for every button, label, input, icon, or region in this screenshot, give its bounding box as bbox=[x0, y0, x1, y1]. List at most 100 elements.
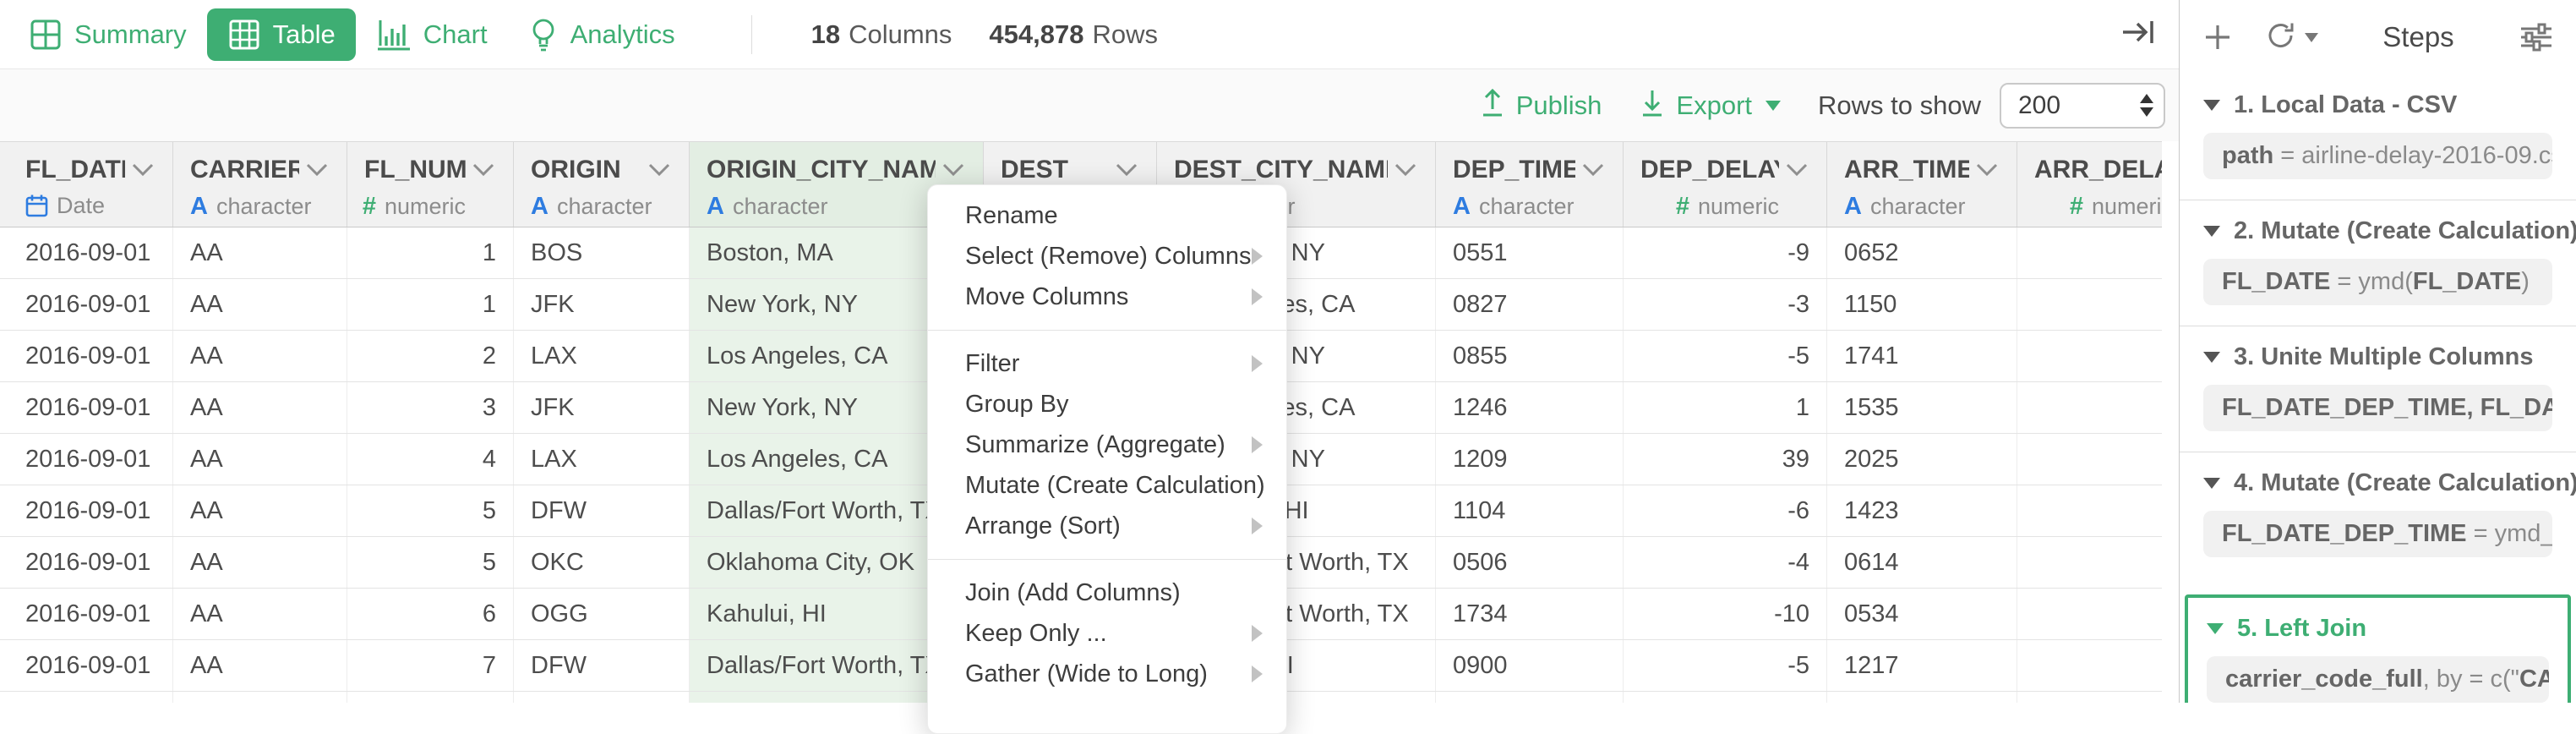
collapse-caret-icon[interactable] bbox=[2207, 623, 2224, 634]
collapse-right-panel-button[interactable] bbox=[2120, 15, 2157, 53]
chevron-down-icon[interactable] bbox=[1393, 162, 1418, 178]
chevron-down-icon[interactable] bbox=[130, 162, 156, 178]
menu-item-arrange-sort[interactable]: Arrange (Sort) bbox=[928, 506, 1286, 546]
table-cell-arr-time: 1741 bbox=[1827, 331, 2017, 381]
table-cell-carrier: AA bbox=[173, 537, 347, 588]
menu-item-filter[interactable]: Filter bbox=[928, 343, 1286, 384]
chevron-down-icon[interactable] bbox=[304, 162, 330, 178]
table-cell-dep-delay: -3 bbox=[1624, 279, 1827, 330]
a-icon: A bbox=[707, 193, 724, 221]
column-name: DEP_TIME bbox=[1453, 156, 1575, 184]
sliders-icon[interactable] bbox=[2519, 21, 2554, 53]
collapse-caret-icon[interactable] bbox=[2203, 226, 2220, 237]
step-card-3[interactable]: 3. Unite Multiple ColumnsFL_DATE_DEP_TIM… bbox=[2180, 326, 2576, 452]
column-header-dep-time[interactable]: DEP_TIMEAcharacter bbox=[1436, 142, 1624, 227]
table-cell-fl-num: 3 bbox=[347, 382, 514, 433]
step-card-2[interactable]: 2. Mutate (Create Calculation) (1)FL_DAT… bbox=[2180, 200, 2576, 326]
publish-button[interactable]: Publish bbox=[1479, 87, 1602, 124]
view-tabs: Summary Table Chart Analytics bbox=[8, 8, 696, 61]
menu-item-label: Mutate (Create Calculation) bbox=[965, 472, 1265, 500]
menu-item-keep-only[interactable]: Keep Only ... bbox=[928, 613, 1286, 654]
toolbar-divider bbox=[751, 15, 752, 54]
chevron-down-icon[interactable] bbox=[647, 162, 672, 178]
menu-item-summarize-aggregate[interactable]: Summarize (Aggregate) bbox=[928, 425, 1286, 465]
column-type-label: Date bbox=[57, 193, 105, 219]
view-tab-label: Chart bbox=[423, 19, 488, 50]
add-step-button[interactable] bbox=[2202, 21, 2234, 53]
table-cell-origin: DFW bbox=[514, 640, 690, 691]
menu-item-rename[interactable]: Rename bbox=[928, 195, 1286, 236]
rows-to-show-value: 200 bbox=[2018, 91, 2060, 120]
step-card-4[interactable]: 4. Mutate (Create Calculation) (1)FL_DAT… bbox=[2180, 452, 2576, 578]
column-type-label: character bbox=[557, 194, 652, 220]
rows-count: 454,878 bbox=[989, 19, 1083, 50]
rows-to-show-label: Rows to show bbox=[1818, 90, 1981, 121]
column-header-fl-date[interactable]: FL_DATEDate bbox=[0, 142, 173, 227]
submenu-arrow-icon bbox=[1252, 625, 1263, 642]
table-cell-fl-num: 6 bbox=[347, 589, 514, 639]
table-cell-arr-time: 1150 bbox=[1827, 279, 2017, 330]
table-cell-fl-num: 8 bbox=[347, 692, 514, 703]
rows-to-show-select[interactable]: 200 bbox=[2000, 83, 2165, 129]
chevron-down-icon[interactable] bbox=[1114, 162, 1139, 178]
stepper-icon bbox=[2140, 94, 2153, 117]
step-title: 4. Mutate (Create Calculation) (1) bbox=[2234, 469, 2576, 497]
menu-item-join-add-columns[interactable]: Join (Add Columns) bbox=[928, 572, 1286, 613]
table-cell-arr-time: 0614 bbox=[1827, 537, 2017, 588]
table-cell-arr-delay bbox=[2017, 331, 2162, 381]
view-tab-table[interactable]: Table bbox=[207, 8, 356, 61]
submenu-arrow-icon bbox=[1252, 518, 1263, 534]
table-cell-dep-delay: -4 bbox=[1624, 537, 1827, 588]
table-cell-carrier: AA bbox=[173, 331, 347, 381]
columns-count-label: Columns bbox=[849, 19, 952, 50]
menu-item-label: Summarize (Aggregate) bbox=[965, 431, 1225, 459]
chevron-down-icon[interactable] bbox=[1974, 162, 2000, 178]
table-cell-dep-delay: -10 bbox=[1624, 589, 1827, 639]
step-card-5[interactable]: 5. Left Joincarrier_code_full, by = c("C… bbox=[2185, 594, 2571, 703]
collapse-caret-icon[interactable] bbox=[2203, 352, 2220, 363]
collapse-caret-icon[interactable] bbox=[2203, 478, 2220, 489]
menu-item-gather-wide-to-long[interactable]: Gather (Wide to Long) bbox=[928, 654, 1286, 694]
chevron-down-icon[interactable] bbox=[1580, 162, 1606, 178]
view-tab-chart[interactable]: Chart bbox=[356, 8, 508, 61]
column-name: DEST bbox=[1001, 156, 1068, 184]
menu-item-mutate-create-calculation[interactable]: Mutate (Create Calculation) bbox=[928, 465, 1286, 506]
collapse-caret-icon[interactable] bbox=[2203, 100, 2220, 111]
column-header-arr-time[interactable]: ARR_TIMEAcharacter bbox=[1827, 142, 2017, 227]
column-header-dep-delay[interactable]: DEP_DELAY#numeric bbox=[1624, 142, 1827, 227]
step-summary: path = airline-delay-2016-09.csv bbox=[2203, 133, 2552, 179]
column-header-fl-num[interactable]: FL_NUM#numeric bbox=[347, 142, 514, 227]
refresh-steps-button[interactable] bbox=[2264, 19, 2318, 57]
export-button[interactable]: Export bbox=[1639, 87, 1781, 124]
menu-item-label: Group By bbox=[965, 391, 1069, 419]
column-header-arr-delay[interactable]: ARR_DELAY#numeric bbox=[2017, 142, 2162, 227]
view-tab-analytics[interactable]: Analytics bbox=[508, 8, 696, 61]
chevron-down-icon[interactable] bbox=[471, 162, 496, 178]
step-card-1[interactable]: 1. Local Data - CSVpath = airline-delay-… bbox=[2180, 74, 2576, 200]
steps-panel-header: Steps bbox=[2180, 0, 2576, 74]
column-name: DEP_DELAY bbox=[1640, 156, 1779, 184]
steps-list: 1. Local Data - CSVpath = airline-delay-… bbox=[2180, 74, 2576, 703]
table-cell-carrier: AA bbox=[173, 640, 347, 691]
menu-item-select-remove-columns[interactable]: Select (Remove) Columns bbox=[928, 236, 1286, 277]
table-cell-arr-delay bbox=[2017, 227, 2162, 278]
chevron-down-icon[interactable] bbox=[941, 162, 966, 178]
column-header-origin[interactable]: ORIGINAcharacter bbox=[514, 142, 690, 227]
table-cell-arr-delay bbox=[2017, 382, 2162, 433]
column-header-carrier[interactable]: CARRIERAcharacter bbox=[173, 142, 347, 227]
table-cell-fl-num: 7 bbox=[347, 640, 514, 691]
view-tab-summary[interactable]: Summary bbox=[8, 8, 207, 61]
table-cell-carrier: AA bbox=[173, 382, 347, 433]
menu-item-group-by[interactable]: Group By bbox=[928, 384, 1286, 425]
table-cell-origin: OGG bbox=[514, 589, 690, 639]
calendar-icon bbox=[25, 194, 48, 218]
table-cell-origin: OKC bbox=[514, 537, 690, 588]
table-cell-fl-date: 2016-09-01 bbox=[0, 331, 173, 381]
table-cell-arr-delay bbox=[2017, 692, 2162, 703]
table-cell-fl-date: 2016-09-01 bbox=[0, 279, 173, 330]
menu-item-label: Select (Remove) Columns bbox=[965, 243, 1251, 271]
chevron-down-icon[interactable] bbox=[1784, 162, 1809, 178]
menu-item-move-columns[interactable]: Move Columns bbox=[928, 277, 1286, 317]
view-tab-label: Table bbox=[273, 19, 336, 50]
upload-icon bbox=[1479, 87, 1506, 124]
